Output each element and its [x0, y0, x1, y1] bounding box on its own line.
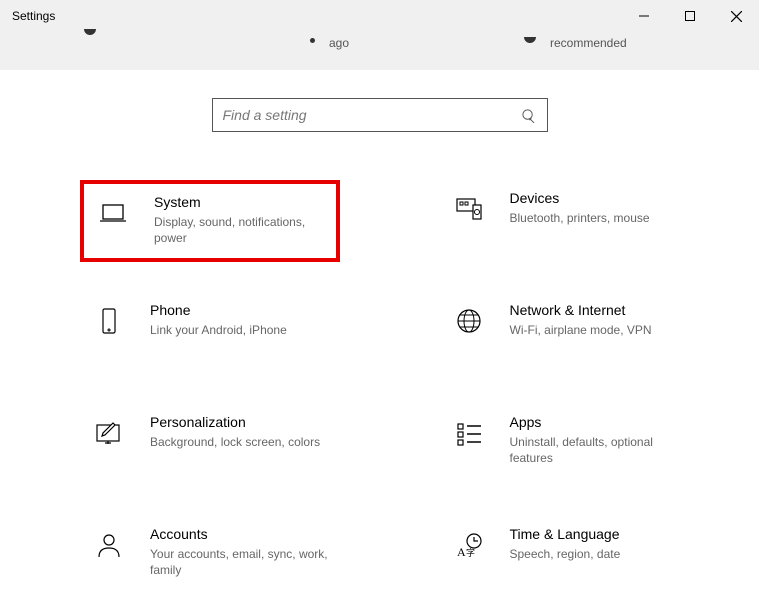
- phone-icon: [92, 304, 126, 338]
- category-title: Apps: [510, 414, 688, 430]
- accounts-icon: [92, 528, 126, 562]
- window-title: Settings: [12, 9, 55, 23]
- category-text: Apps Uninstall, defaults, optional featu…: [510, 412, 688, 466]
- category-desc: Uninstall, defaults, optional features: [510, 434, 688, 466]
- close-button[interactable]: [713, 0, 759, 32]
- status-middle: ago: [310, 36, 349, 50]
- category-apps[interactable]: Apps Uninstall, defaults, optional featu…: [440, 404, 700, 486]
- status-left: [84, 32, 96, 38]
- status-middle-text: ago: [329, 36, 349, 50]
- category-text: Network & Internet Wi-Fi, airplane mode,…: [510, 300, 688, 338]
- time-language-icon: A字: [452, 528, 486, 562]
- category-text: System Display, sound, notifications, po…: [154, 192, 324, 246]
- status-right: recommended: [524, 36, 627, 50]
- category-time-language[interactable]: A字 Time & Language Speech, region, date: [440, 516, 700, 598]
- category-desc: Background, lock screen, colors: [150, 434, 328, 450]
- globe-icon: [452, 304, 486, 338]
- category-accounts[interactable]: Accounts Your accounts, email, sync, wor…: [80, 516, 340, 598]
- titlebar: Settings: [0, 0, 759, 32]
- category-phone[interactable]: Phone Link your Android, iPhone: [80, 292, 340, 374]
- category-text: Phone Link your Android, iPhone: [150, 300, 328, 338]
- category-system[interactable]: System Display, sound, notifications, po…: [80, 180, 340, 262]
- category-title: Network & Internet: [510, 302, 688, 318]
- window-controls: [621, 0, 759, 32]
- category-text: Time & Language Speech, region, date: [510, 524, 688, 562]
- maximize-icon: [685, 11, 695, 21]
- status-band: ago recommended: [0, 32, 759, 70]
- laptop-icon: [96, 196, 130, 230]
- status-dot-icon: [310, 38, 315, 43]
- close-icon: [731, 11, 742, 22]
- category-personalization[interactable]: Personalization Background, lock screen,…: [80, 404, 340, 486]
- personalization-icon: [92, 416, 126, 450]
- svg-text:A: A: [457, 545, 466, 559]
- category-text: Personalization Background, lock screen,…: [150, 412, 328, 450]
- search-container: [0, 98, 759, 132]
- category-title: Personalization: [150, 414, 328, 430]
- category-desc: Your accounts, email, sync, work, family: [150, 546, 328, 578]
- svg-text:字: 字: [466, 547, 475, 558]
- category-network[interactable]: Network & Internet Wi-Fi, airplane mode,…: [440, 292, 700, 374]
- category-text: Devices Bluetooth, printers, mouse: [510, 188, 688, 226]
- minimize-icon: [639, 11, 649, 21]
- category-devices[interactable]: Devices Bluetooth, printers, mouse: [440, 180, 700, 262]
- category-desc: Bluetooth, printers, mouse: [510, 210, 688, 226]
- category-title: System: [154, 194, 324, 210]
- category-title: Time & Language: [510, 526, 688, 542]
- status-dot-icon: [84, 29, 96, 35]
- main: System Display, sound, notifications, po…: [0, 70, 759, 598]
- devices-icon: [452, 192, 486, 226]
- maximize-button[interactable]: [667, 0, 713, 32]
- minimize-button[interactable]: [621, 0, 667, 32]
- category-desc: Speech, region, date: [510, 546, 688, 562]
- category-title: Devices: [510, 190, 688, 206]
- category-desc: Wi-Fi, airplane mode, VPN: [510, 322, 688, 338]
- category-desc: Link your Android, iPhone: [150, 322, 328, 338]
- category-text: Accounts Your accounts, email, sync, wor…: [150, 524, 328, 578]
- status-right-text: recommended: [550, 36, 627, 50]
- search-icon: [521, 107, 537, 123]
- category-title: Phone: [150, 302, 328, 318]
- category-desc: Display, sound, notifications, power: [154, 214, 324, 246]
- category-title: Accounts: [150, 526, 328, 542]
- status-dot-icon: [524, 37, 536, 43]
- categories-grid: System Display, sound, notifications, po…: [0, 180, 759, 598]
- apps-icon: [452, 416, 486, 450]
- search-input[interactable]: [223, 107, 521, 123]
- search-box[interactable]: [212, 98, 548, 132]
